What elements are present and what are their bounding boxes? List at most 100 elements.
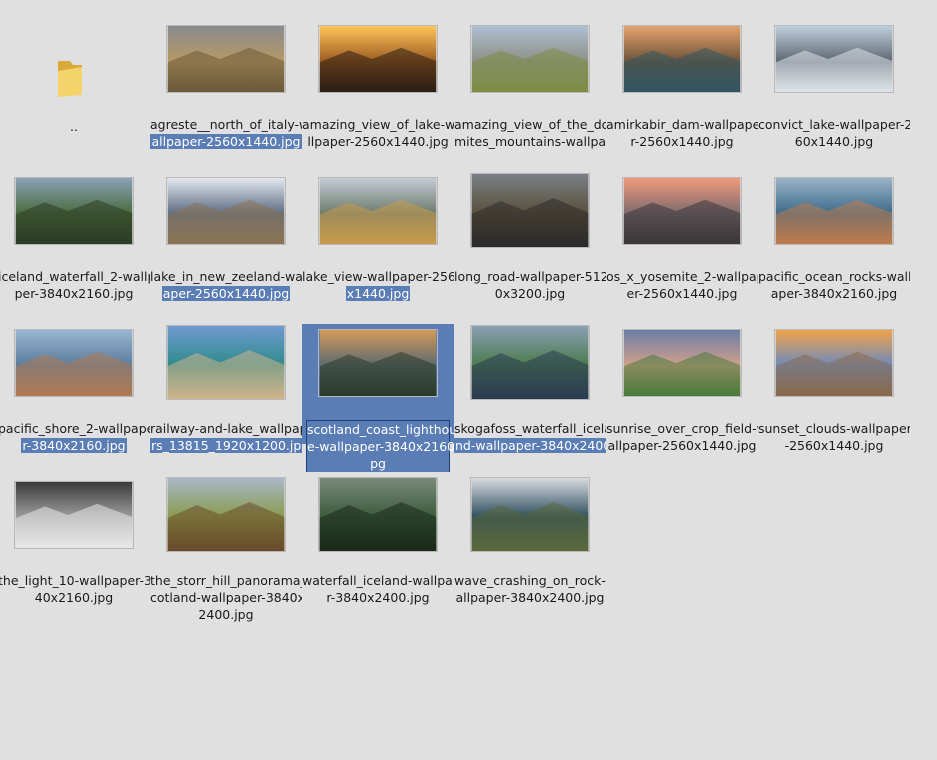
file-name-text: os_x_yosemite_2-wallpap bbox=[606, 269, 758, 284]
image-file-item[interactable]: iceland_waterfall_2-wallpa per-3840x2160.… bbox=[0, 172, 150, 324]
file-name-text: e-wallpaper-3840x2160.j bbox=[307, 439, 454, 454]
file-name-line: 60x1440.jpg bbox=[758, 133, 910, 150]
file-name-text: r-2560x1440.jpg bbox=[630, 134, 734, 149]
thumbnail-image bbox=[774, 25, 894, 93]
thumbnail-image bbox=[14, 177, 134, 245]
image-file-item[interactable]: scotland_coast_lighthous e-wallpaper-3840… bbox=[302, 324, 454, 476]
image-file-item[interactable]: amazing_view_of_lake-wa llpaper-2560x1440… bbox=[302, 20, 454, 172]
thumbnail-image bbox=[14, 481, 134, 549]
file-name-text: llpaper-2560x1440.jpg bbox=[307, 134, 449, 149]
file-name-label: amazing_view_of_the_dolo mites_mountains-… bbox=[454, 116, 606, 166]
file-name-label: the_light_10-wallpaper-38 40x2160.jpg bbox=[0, 572, 150, 622]
file-name-line: skogafoss_waterfall_icela bbox=[454, 420, 606, 437]
file-name-label: lake_view-wallpaper-2560 x1440.jpg bbox=[302, 268, 454, 318]
file-name-text: scotland_coast_lighthous bbox=[307, 422, 454, 437]
file-name-line: lake_view-wallpaper-2560 bbox=[302, 268, 454, 285]
file-name-line: aper-2560x1440.jpg bbox=[150, 285, 302, 302]
file-name-label: amazing_view_of_lake-wa llpaper-2560x1440… bbox=[302, 116, 454, 166]
file-name-line: r-3840x2400.jpg bbox=[302, 589, 454, 606]
thumbnail-image bbox=[318, 25, 438, 93]
file-name-line: r-2560x1440.jpg bbox=[606, 133, 758, 150]
file-name-text: aper-2560x1440.jpg bbox=[161, 286, 291, 301]
file-name-label: waterfall_iceland-wallpape r-3840x2400.jp… bbox=[302, 572, 454, 622]
file-name-line: pacific_ocean_rocks-wallp bbox=[758, 268, 910, 285]
file-name-line: amazing_view_of_the_dolo bbox=[454, 116, 606, 133]
thumbnail-image bbox=[470, 25, 590, 93]
file-name-line: er-2560x1440.jpg bbox=[606, 285, 758, 302]
file-name-text: cotland-wallpaper-3840x bbox=[150, 590, 302, 605]
image-file-item[interactable]: railway-and-lake_wallpape rs_13815_1920x1… bbox=[150, 324, 302, 476]
image-file-item[interactable]: sunrise_over_crop_field-w allpaper-2560x1… bbox=[606, 324, 758, 476]
file-name-text: lake_in_new_zeeland-wallp bbox=[150, 269, 302, 284]
file-name-line: allpaper-3840x2400.jpg bbox=[454, 589, 606, 606]
image-file-item[interactable]: amirkabir_dam-wallpape r-2560x1440.jpg bbox=[606, 20, 758, 172]
file-name-line: pg bbox=[307, 455, 449, 472]
thumbnail-image bbox=[318, 329, 438, 397]
image-file-item[interactable]: pacific_shore_2-wallpape r-3840x2160.jpg bbox=[0, 324, 150, 476]
selected-label-box: scotland_coast_lighthous e-wallpaper-3840… bbox=[306, 420, 454, 472]
file-name-line: aper-3840x2160.jpg bbox=[758, 285, 910, 302]
file-name-line: iceland_waterfall_2-wallpa bbox=[0, 268, 150, 285]
file-name-line: r-3840x2160.jpg bbox=[0, 437, 150, 454]
file-name-text: mites_mountains-wallpap bbox=[454, 134, 606, 149]
image-file-item[interactable]: the_light_10-wallpaper-38 40x2160.jpg bbox=[0, 476, 150, 628]
file-name-text: 40x2160.jpg bbox=[34, 590, 114, 605]
file-name-text: 2400.jpg bbox=[198, 607, 254, 622]
file-name-line: railway-and-lake_wallpape bbox=[150, 420, 302, 437]
image-file-item[interactable]: pacific_ocean_rocks-wallp aper-3840x2160.… bbox=[758, 172, 910, 324]
image-file-item[interactable]: wave_crashing_on_rock-w allpaper-3840x240… bbox=[454, 476, 606, 628]
file-name-line: sunset_clouds-wallpaper bbox=[758, 420, 910, 437]
file-name-text: x1440.jpg bbox=[345, 286, 411, 301]
file-name-label: railway-and-lake_wallpape rs_13815_1920x1… bbox=[150, 420, 302, 470]
file-name-text: pg bbox=[370, 456, 386, 471]
file-name-text: pacific_shore_2-wallpape bbox=[0, 421, 150, 436]
image-file-item[interactable]: agreste__north_of_italy-w allpaper-2560x1… bbox=[150, 20, 302, 172]
thumbnail-image bbox=[166, 325, 286, 400]
thumbnail-image bbox=[166, 477, 286, 552]
file-name-text: nd-wallpaper-3840x2400.j bbox=[454, 438, 606, 453]
file-name-line: per-3840x2160.jpg bbox=[0, 285, 150, 302]
file-name-text: r-3840x2400.jpg bbox=[326, 590, 430, 605]
file-name-text: convict_lake-wallpaper-25 bbox=[758, 117, 910, 132]
image-file-item[interactable]: os_x_yosemite_2-wallpap er-2560x1440.jpg bbox=[606, 172, 758, 324]
thumbnail-image bbox=[318, 177, 438, 245]
file-name-line: mites_mountains-wallpap bbox=[454, 133, 606, 150]
file-name-line: scotland_coast_lighthous bbox=[307, 421, 454, 438]
file-name-text: allpaper-2560x1440.jpg bbox=[150, 134, 302, 149]
image-file-item[interactable]: sunset_clouds-wallpaper -2560x1440.jpg bbox=[758, 324, 910, 476]
image-file-item[interactable]: lake_view-wallpaper-2560 x1440.jpg bbox=[302, 172, 454, 324]
file-browser-thumbnail-grid: .. agreste__north_of_italy-w allpaper-2560… bbox=[0, 0, 937, 760]
file-name-text: per-3840x2160.jpg bbox=[14, 286, 134, 301]
file-name-text: er-2560x1440.jpg bbox=[626, 286, 738, 301]
file-name-text: the_light_10-wallpaper-38 bbox=[0, 573, 150, 588]
file-name-line: lake_in_new_zeeland-wallp bbox=[150, 268, 302, 285]
image-file-item[interactable]: convict_lake-wallpaper-25 60x1440.jpg bbox=[758, 20, 910, 172]
thumbnail-image bbox=[622, 329, 742, 397]
image-file-item[interactable]: skogafoss_waterfall_icela nd-wallpaper-38… bbox=[454, 324, 606, 476]
file-name-text: sunset_clouds-wallpaper bbox=[758, 421, 910, 436]
image-file-item[interactable]: the_storr_hill_panorama_s cotland-wallpap… bbox=[150, 476, 302, 628]
file-name-label: the_storr_hill_panorama_s cotland-wallpap… bbox=[150, 572, 302, 622]
file-name-label: sunrise_over_crop_field-w allpaper-2560x1… bbox=[606, 420, 758, 470]
image-file-item[interactable]: long_road-wallpaper-512 0x3200.jpg bbox=[454, 172, 606, 324]
file-name-line: amirkabir_dam-wallpape bbox=[606, 116, 758, 133]
file-name-text: 60x1440.jpg bbox=[794, 134, 874, 149]
file-name-label: .. bbox=[0, 118, 150, 168]
file-name-text: skogafoss_waterfall_icela bbox=[454, 421, 606, 436]
file-name-line: .. bbox=[0, 118, 150, 135]
image-file-item[interactable]: amazing_view_of_the_dolo mites_mountains-… bbox=[454, 20, 606, 172]
image-file-item[interactable]: lake_in_new_zeeland-wallp aper-2560x1440.… bbox=[150, 172, 302, 324]
file-name-text: the_storr_hill_panorama_s bbox=[150, 573, 302, 588]
file-name-line: sunrise_over_crop_field-w bbox=[606, 420, 758, 437]
file-name-label: lake_in_new_zeeland-wallp aper-2560x1440.… bbox=[150, 268, 302, 318]
file-name-text: agreste__north_of_italy-w bbox=[150, 117, 302, 132]
file-name-label: convict_lake-wallpaper-25 60x1440.jpg bbox=[758, 116, 910, 166]
image-file-item[interactable]: waterfall_iceland-wallpape r-3840x2400.jp… bbox=[302, 476, 454, 628]
file-name-text: wave_crashing_on_rock-w bbox=[454, 573, 606, 588]
file-name-text: sunrise_over_crop_field-w bbox=[606, 421, 758, 436]
file-name-text: railway-and-lake_wallpape bbox=[150, 421, 302, 436]
parent-folder-item[interactable]: .. bbox=[0, 20, 150, 172]
file-name-text: waterfall_iceland-wallpape bbox=[302, 573, 454, 588]
file-name-label: pacific_shore_2-wallpape r-3840x2160.jpg bbox=[0, 420, 150, 470]
file-name-text: lake_view-wallpaper-2560 bbox=[302, 269, 454, 284]
